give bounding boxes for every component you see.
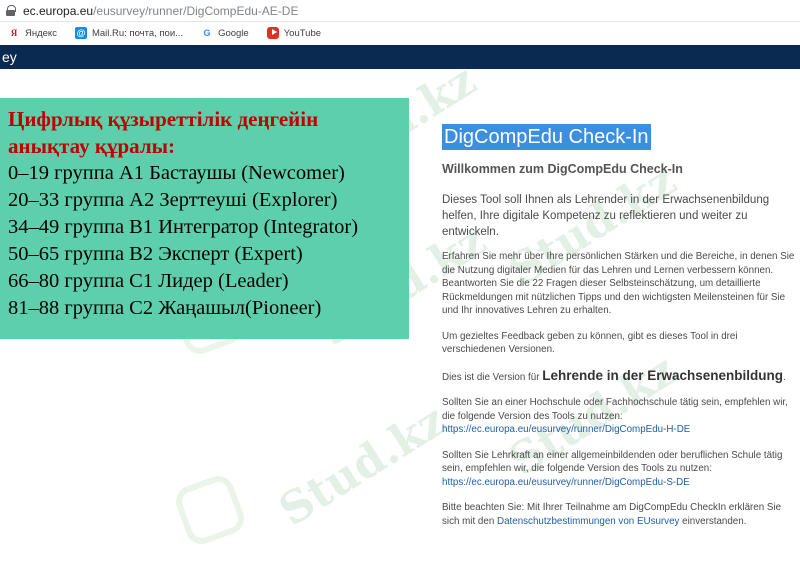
bookmark-label: Google (218, 27, 249, 39)
privacy-suffix: einverstanden. (679, 515, 747, 527)
privacy-link[interactable]: Datenschutzbestimmungen von EUsurvey (497, 516, 679, 527)
version-audience: Lehrende in der Erwachsenenbildung (542, 367, 783, 383)
survey-privacy-note: Bitte beachten Sie: Mit Ihrer Teilnahme … (442, 501, 800, 528)
level-item: 20–33 группа А2 Зерттеуші (Explorer) (8, 189, 338, 211)
levels-title: Цифрлық құзыреттілік деңгейін анықтау құ… (8, 107, 319, 158)
yandex-icon: Я (10, 28, 18, 38)
survey-paragraph: Sollten Sie Lehrkraft an einer allgemein… (442, 449, 800, 490)
survey-version-line: Dies ist die Version für Lehrende in der… (442, 367, 800, 385)
watermark-text: Stud.kz (270, 394, 456, 537)
version-suffix: . (783, 371, 786, 383)
bookmark-google[interactable]: G Google (201, 27, 249, 39)
survey-title: DigCompEdu Check-In (442, 124, 651, 150)
survey-content: DigCompEdu Check-In Willkommen zum DigCo… (442, 124, 800, 528)
level-item: 50–65 группа В2 Эксперт (Expert) (8, 243, 303, 265)
level-item: 34–49 группа В1 Интегратор (Integrator) (8, 216, 359, 238)
bookmark-label: Яндекс (25, 27, 57, 39)
schule-text: Sollten Sie Lehrkraft an einer allgemein… (442, 449, 783, 475)
address-bar[interactable]: ec.europa.eu/eusurvey/runner/DigCompEdu-… (0, 0, 800, 22)
lock-icon (6, 5, 16, 16)
hochschule-version-link[interactable]: https://ec.europa.eu/eusurvey/runner/Dig… (442, 424, 690, 435)
bookmark-mail-ru[interactable]: @ Mail.Ru: почта, пои... (74, 27, 184, 39)
url-path: /eusurvey/runner/DigCompEdu-AE-DE (93, 3, 299, 18)
level-item: 66–80 группа С1 Лидер (Leader) (8, 270, 289, 292)
youtube-icon (266, 27, 279, 39)
survey-paragraph: Erfahren Sie mehr über Ihre persönlichen… (442, 251, 795, 316)
site-header: ey (0, 45, 800, 69)
survey-paragraph: Sollten Sie an einer Hochschule oder Fac… (442, 396, 800, 437)
survey-paragraph: Um gezieltes Feedback geben zu können, g… (442, 330, 738, 356)
bookmarks-bar: Я Яндекс @ Mail.Ru: почта, пои... G Goog… (0, 22, 800, 44)
bookmark-yandex[interactable]: Я Яндекс (8, 27, 57, 39)
survey-intro: Dieses Tool soll Ihnen als Lehrender in … (442, 194, 770, 238)
bookmark-youtube[interactable]: YouTube (266, 27, 322, 39)
schule-version-link[interactable]: https://ec.europa.eu/eusurvey/runner/Dig… (442, 477, 690, 488)
bookmark-label: YouTube (283, 27, 322, 39)
url-host: ec.europa.eu (23, 3, 94, 18)
mail-ru-icon: @ (74, 27, 87, 39)
competence-levels-box: Цифрлық құзыреттілік деңгейін анықтау құ… (0, 98, 409, 339)
site-header-text: ey (2, 49, 17, 65)
watermark-logo-icon (171, 471, 249, 549)
survey-subtitle: Willkommen zum DigCompEdu Check-In (442, 162, 683, 176)
level-item: 81–88 группа С2 Жаңашыл(Pioneer) (8, 297, 322, 319)
bookmark-label: Mail.Ru: почта, пои... (91, 27, 184, 39)
version-prefix: Dies ist die Version für (442, 371, 543, 383)
google-icon: G (203, 28, 211, 38)
level-item: 0–19 группа А1 Бастаушы (Newcomer) (8, 162, 345, 184)
hochschule-text: Sollten Sie an einer Hochschule oder Fac… (442, 397, 788, 422)
